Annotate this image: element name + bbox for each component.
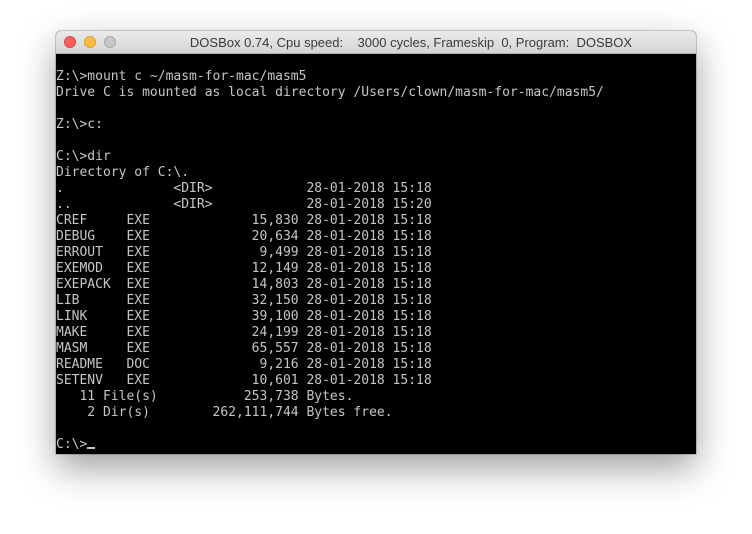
title-bar[interactable]: DOSBox 0.74, Cpu speed: 3000 cycles, Fra… [56,31,696,54]
terminal-line: ERROUT EXE 9,499 28-01-2018 15:18 [56,245,432,260]
terminal-line: Drive C is mounted as local directory /U… [56,85,604,100]
terminal-line: EXEMOD EXE 12,149 28-01-2018 15:18 [56,261,432,276]
command-prompt: C:\> [56,437,88,452]
terminal-line: MAKE EXE 24,199 28-01-2018 15:18 [56,325,432,340]
window-title: DOSBox 0.74, Cpu speed: 3000 cycles, Fra… [189,35,633,50]
terminal-screen[interactable]: Z:\>mount c ~/masm-for-mac/masm5 Drive C… [56,54,696,454]
close-button[interactable] [64,36,76,48]
terminal-line: DEBUG EXE 20,634 28-01-2018 15:18 [56,229,432,244]
terminal-line: Directory of C:\. [56,165,190,180]
terminal-line: .. <DIR> 28-01-2018 15:20 [56,197,432,212]
terminal-line: Z:\>c: [56,117,103,132]
zoom-button[interactable] [104,36,116,48]
dosbox-window: DOSBox 0.74, Cpu speed: 3000 cycles, Fra… [56,31,696,454]
command-prompt-line[interactable]: C:\> [56,437,696,453]
text-cursor [87,447,96,449]
terminal-line: EXEPACK EXE 14,803 28-01-2018 15:18 [56,277,432,292]
terminal-line: 11 File(s) 253,738 Bytes. [56,389,354,404]
terminal-line: Z:\>mount c ~/masm-for-mac/masm5 [56,69,307,84]
terminal-line: MASM EXE 65,557 28-01-2018 15:18 [56,341,432,356]
terminal-line: . <DIR> 28-01-2018 15:18 [56,181,432,196]
terminal-line: LINK EXE 39,100 28-01-2018 15:18 [56,309,432,324]
terminal-line: SETENV EXE 10,601 28-01-2018 15:18 [56,373,432,388]
terminal-line: C:\>dir [56,149,111,164]
terminal-line: LIB EXE 32,150 28-01-2018 15:18 [56,293,432,308]
terminal-line: CREF EXE 15,830 28-01-2018 15:18 [56,213,432,228]
minimize-button[interactable] [84,36,96,48]
terminal-line: README DOC 9,216 28-01-2018 15:18 [56,357,432,372]
terminal-line: 2 Dir(s) 262,111,744 Bytes free. [56,405,393,420]
